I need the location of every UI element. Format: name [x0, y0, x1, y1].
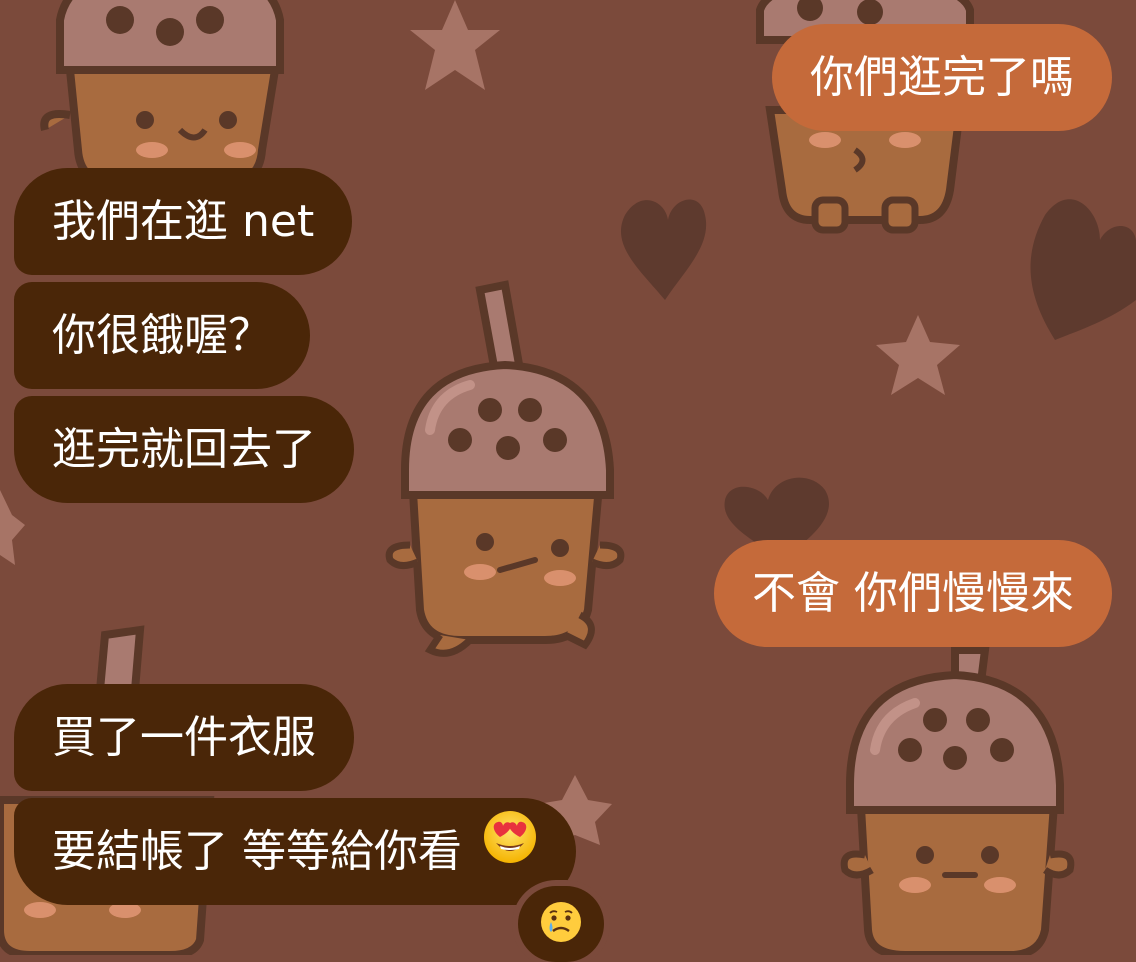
message-text: 要結帳了 等等給你看	[52, 826, 462, 877]
message-text: 你很餓喔？	[52, 310, 272, 361]
message-text: 逛完就回去了	[52, 424, 316, 475]
message-incoming[interactable]: 逛完就回去了	[14, 396, 354, 503]
message-incoming[interactable]: 你很餓喔？	[14, 282, 310, 389]
message-outgoing[interactable]: 不會 你們慢慢來	[714, 540, 1112, 647]
message-text: 你們逛完了嗎	[810, 52, 1074, 103]
message-text: 我們在逛 net	[52, 196, 315, 247]
bubble-tea-icon	[40, 0, 284, 189]
message-text: 不會 你們慢慢來	[752, 568, 1074, 619]
message-reaction[interactable]	[518, 886, 604, 962]
message-incoming[interactable]: 買了一件衣服	[14, 684, 354, 791]
crying-face-emoji-icon	[539, 900, 583, 948]
message-outgoing[interactable]: 你們逛完了嗎	[772, 24, 1112, 131]
heart-eyes-emoji-icon	[482, 797, 538, 904]
message-incoming[interactable]: 我們在逛 net	[14, 168, 353, 275]
message-text: 買了一件衣服	[52, 712, 316, 763]
message-incoming[interactable]: 要結帳了 等等給你看	[14, 798, 576, 905]
